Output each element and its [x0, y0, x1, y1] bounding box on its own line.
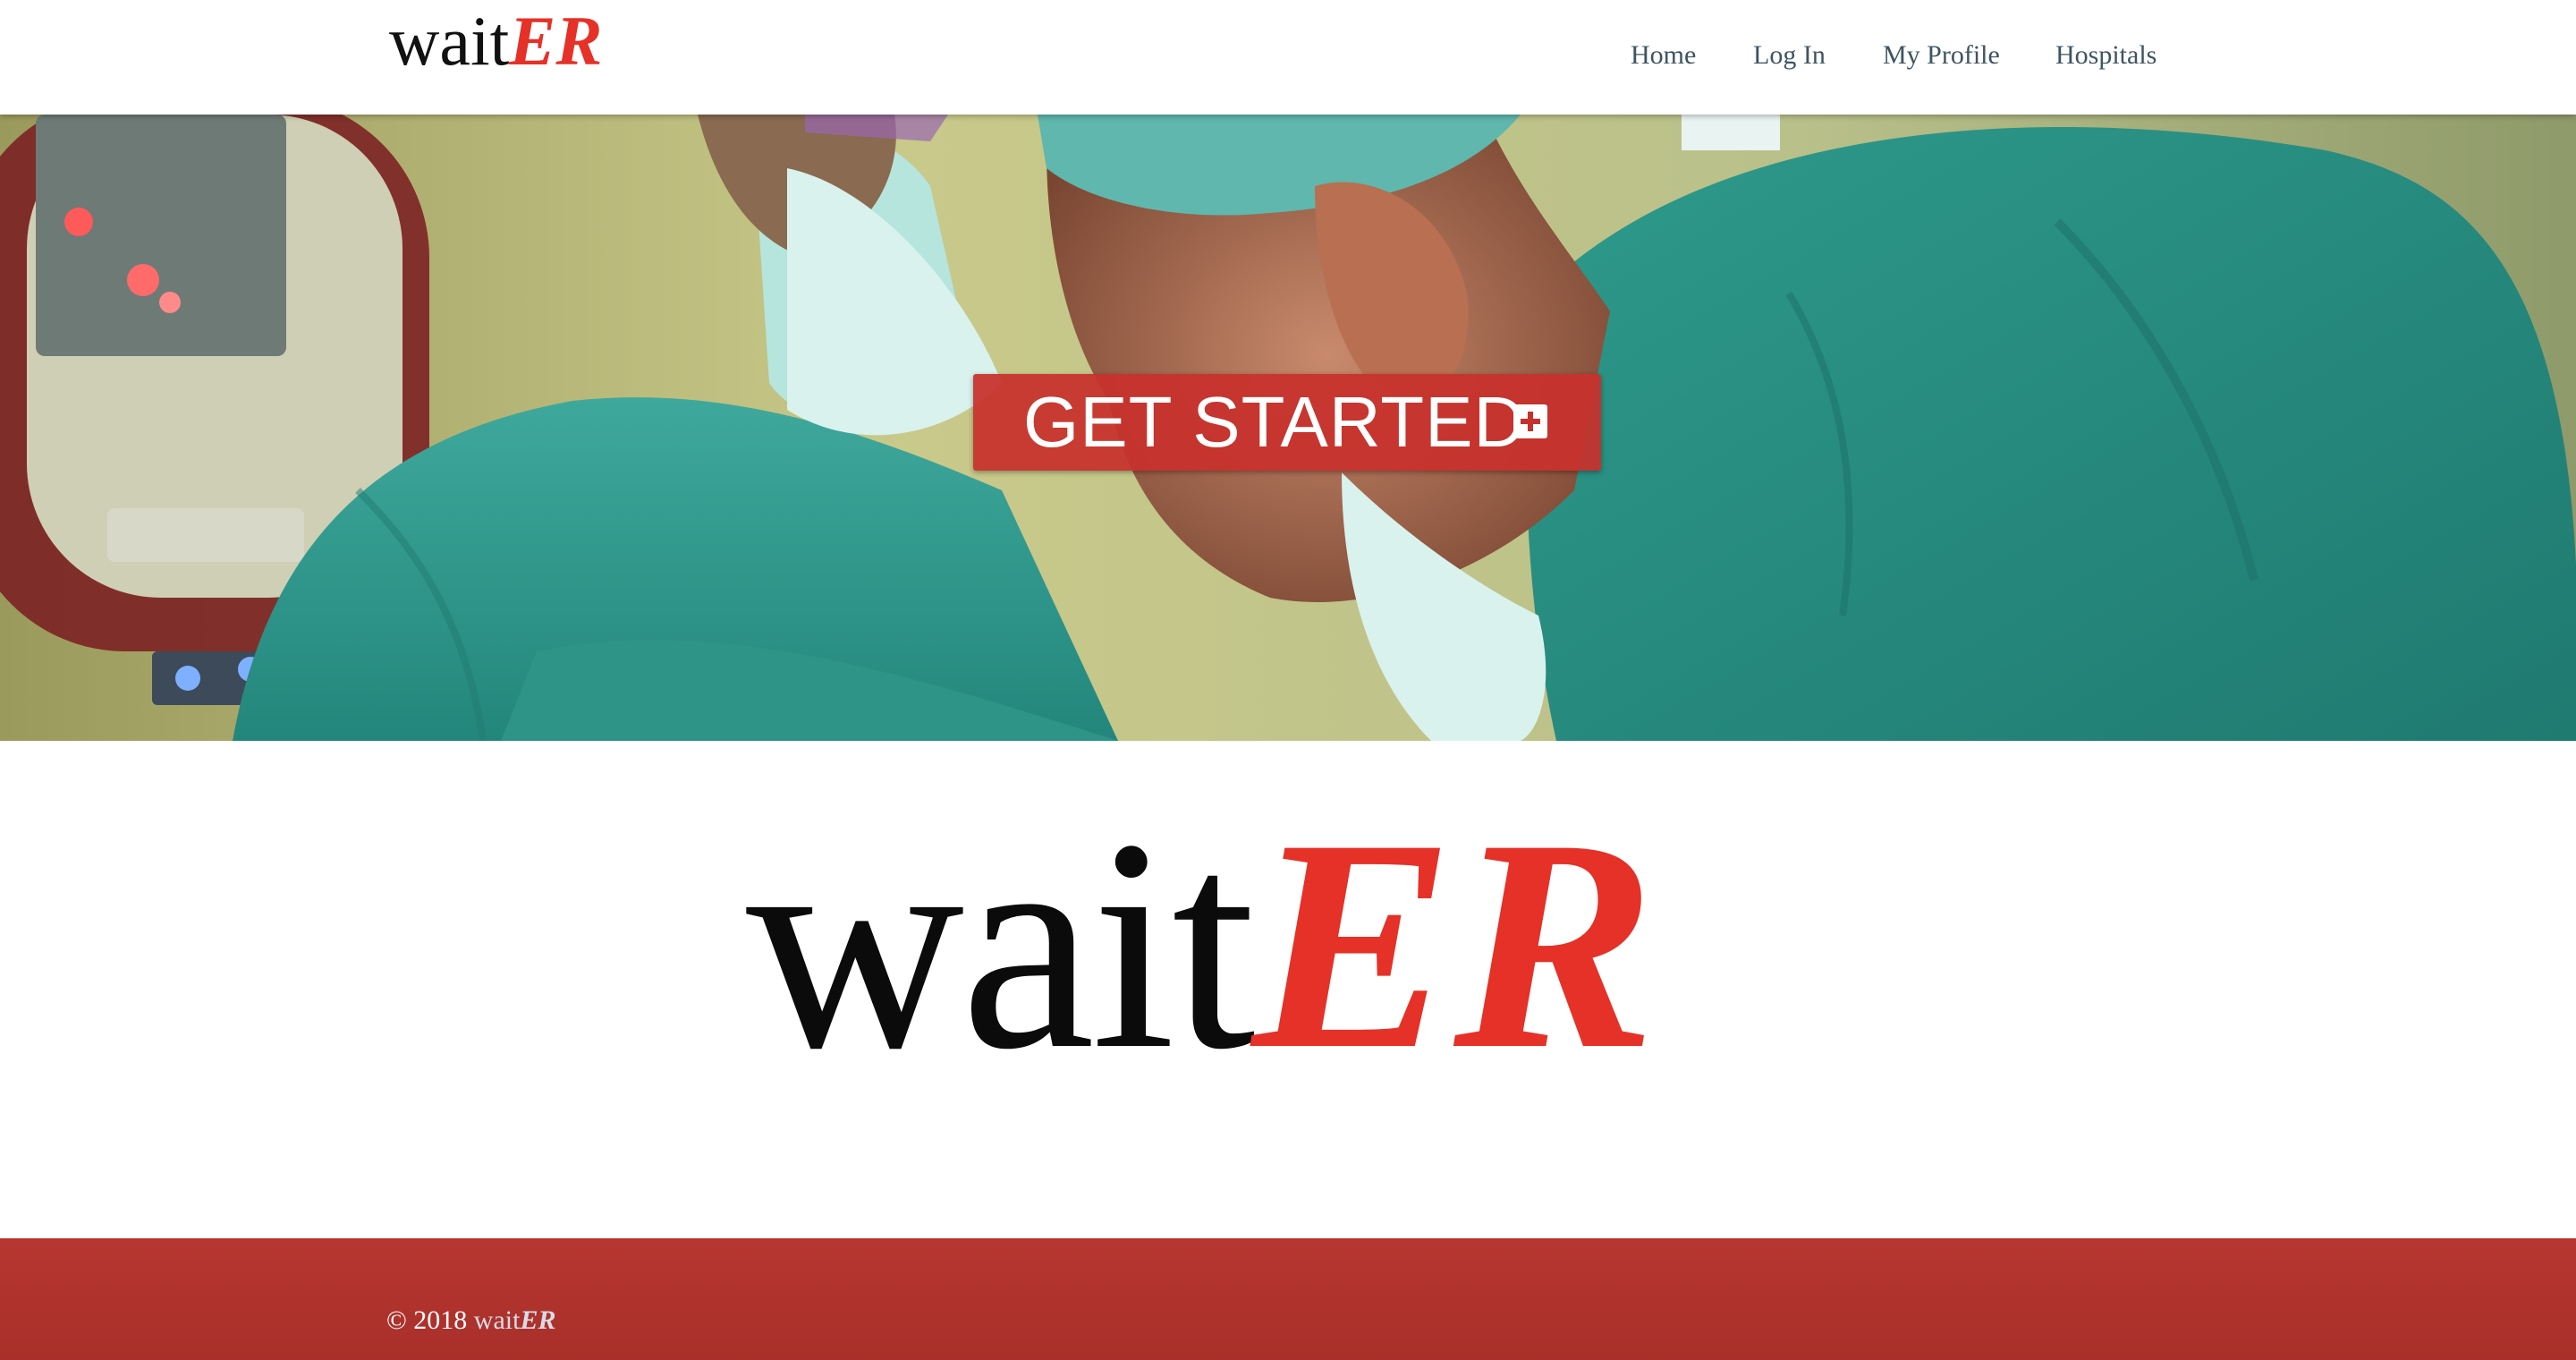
nav-my-profile-link[interactable]: My Profile [1883, 36, 2000, 75]
logo-er-text: ER [509, 2, 603, 80]
navbar: waitER Home Log In My Profile Hospitals [0, 0, 2576, 115]
footer-brand: waitER [474, 1305, 556, 1335]
footer-copyright: © 2018 waitER [386, 1303, 555, 1339]
hero-banner: GET STARTED [0, 115, 2576, 741]
brand-er-text: ER [1251, 778, 1656, 1112]
copyright-text: © 2018 [386, 1305, 468, 1335]
plus-square-icon [1513, 404, 1547, 438]
brand-wait-text: wait [746, 778, 1256, 1112]
brand-wordmark: waitER [746, 793, 1656, 1097]
nav-login-link[interactable]: Log In [1753, 36, 1826, 75]
nav-hospitals-link[interactable]: Hospitals [2055, 36, 2157, 75]
site-logo[interactable]: waitER [389, 6, 602, 76]
footer-brand-er: ER [520, 1305, 556, 1335]
footer-brand-wait: wait [473, 1305, 521, 1335]
get-started-button[interactable]: GET STARTED [973, 374, 1601, 471]
nav-home-link[interactable]: Home [1631, 36, 1696, 75]
logo-wait-text: wait [389, 2, 510, 80]
get-started-label: GET STARTED [1023, 382, 1527, 462]
footer: © 2018 waitER [0, 1238, 2576, 1360]
